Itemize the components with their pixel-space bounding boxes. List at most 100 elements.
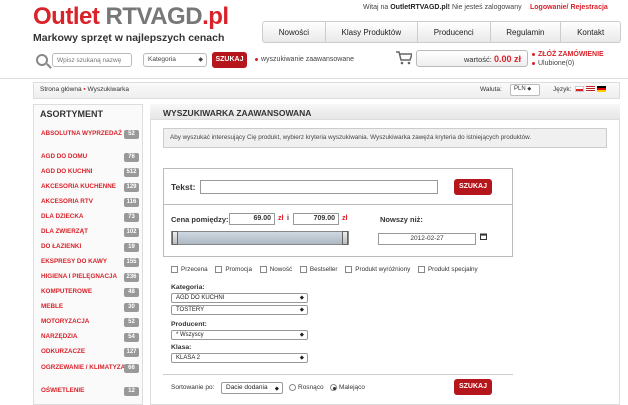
item-count-badge: 129	[124, 183, 139, 192]
cart-value[interactable]: wartość: 0.00 zł	[416, 50, 528, 67]
place-order-link[interactable]: ZŁÓŻ ZAMÓWIENIE	[532, 51, 604, 58]
language-switcher: Język:	[553, 86, 607, 93]
login-register-link[interactable]: Logowanie/ Rejestracja	[530, 4, 608, 11]
sidebar-item[interactable]: DLA DZIECKA 73	[41, 213, 139, 222]
checkbox-nowosc[interactable]: Nowość	[259, 266, 292, 273]
currency-label: Waluta:	[480, 86, 502, 93]
sidebar-item[interactable]: AGD DO DOMU 76	[41, 153, 139, 162]
updown-arrow-icon: ◆	[299, 355, 304, 361]
checkbox-icon[interactable]	[259, 266, 267, 273]
nav-item-regulamin[interactable]: Regulamin	[491, 22, 562, 42]
sidebar-item[interactable]: OGRZEWANIE / KLIMATYZACJA 66	[41, 364, 139, 373]
checkbox-przecena[interactable]: Przecena	[171, 266, 208, 273]
checkbox-promocja[interactable]: Promocja	[215, 266, 252, 273]
sidebar-item[interactable]: DLA ZWIERZĄT 102	[41, 228, 139, 237]
nav-item-producenci[interactable]: Producenci	[418, 22, 491, 42]
advanced-search-link[interactable]: wyszukiwanie zaawansowane	[255, 56, 354, 63]
breadcrumb-current[interactable]: Wyszukiwarka	[88, 86, 129, 93]
sidebar-title: ASORTYMENT	[40, 109, 103, 119]
item-count-badge: 73	[124, 213, 139, 222]
search-input[interactable]	[52, 53, 132, 67]
radio-icon[interactable]	[289, 384, 296, 391]
checkbox-icon[interactable]	[171, 266, 178, 273]
nav-item-klasy-produktow[interactable]: Klasy Produktów	[326, 22, 418, 42]
category-label: Kategoria:	[171, 284, 205, 291]
updown-arrow-icon: ◆	[299, 332, 304, 338]
sidebar-item[interactable]: DO ŁAZIENKI 19	[41, 243, 139, 252]
updown-arrow-icon: ◆	[527, 86, 532, 92]
checkbox-icon[interactable]	[215, 266, 223, 273]
search-button[interactable]: SZUKAJ	[212, 52, 247, 68]
sidebar-item[interactable]: ABSOLUTNA WYPRZEDAŻ 52	[41, 130, 139, 139]
producer-select[interactable]: * Wszyscy ◆	[171, 330, 308, 340]
sort-desc-radio[interactable]: Malejąco	[330, 384, 365, 391]
class-label: Klasa:	[171, 344, 192, 351]
sidebar-item[interactable]: MOTORYZACJA 52	[41, 318, 139, 327]
updown-arrow-icon: ◆	[274, 386, 279, 392]
search-submit-button[interactable]: SZUKAJ	[454, 179, 492, 195]
sort-label: Sortowanie po:	[171, 384, 215, 391]
bottom-search-button[interactable]: SZUKAJ	[454, 379, 492, 395]
divider	[0, 78, 628, 79]
item-count-badge: 19	[124, 243, 139, 252]
item-count-badge: 116	[124, 198, 139, 207]
sidebar-item[interactable]: EKSPRESY DO KAWY 155	[41, 258, 139, 267]
bullet-icon	[532, 61, 535, 65]
sidebar-item[interactable]: MEBLE 30	[41, 303, 139, 312]
flag-de-icon[interactable]	[597, 86, 607, 93]
sidebar-item[interactable]: AGD DO KUCHNI 512	[41, 168, 139, 177]
cart-icon[interactable]	[396, 51, 412, 65]
sidebar-item[interactable]: HIGIENA I PIELĘGNACJA 236	[41, 273, 139, 282]
currency-select[interactable]: PLN ◆	[510, 84, 540, 96]
flag-en-icon[interactable]	[586, 86, 596, 93]
checkbox-produkt-wyrozniony[interactable]: Produkt wyróżniony	[345, 266, 410, 273]
page-title: WYSZUKIWARKA ZAAWANSOWANA	[163, 108, 312, 118]
checkbox-icon[interactable]	[417, 266, 425, 273]
nav-item-kontakt[interactable]: Kontakt	[561, 22, 620, 42]
price-from-input[interactable]: 69.00	[229, 213, 275, 225]
item-count-badge: 52	[124, 318, 139, 327]
item-count-badge: 30	[124, 303, 139, 312]
slider-handle-min[interactable]	[172, 231, 178, 245]
slider-handle-max[interactable]	[342, 231, 348, 245]
and-label: i	[287, 215, 289, 222]
category-select[interactable]: Kategoria ◆	[143, 53, 207, 67]
favorites-link[interactable]: Ulubione(0)	[532, 60, 574, 67]
sidebar-item[interactable]: KOMPUTEROWE 48	[41, 288, 139, 297]
checkbox-produkt-specjalny[interactable]: Produkt specjalny	[417, 266, 478, 273]
calendar-icon[interactable]	[480, 233, 487, 240]
tagline: Markowy sprzęt w najlepszych cenach	[33, 32, 225, 44]
text-input[interactable]	[200, 180, 438, 194]
sidebar-item[interactable]: NARZĘDZIA 54	[41, 333, 139, 342]
date-input[interactable]: 2012-02-27	[378, 233, 476, 245]
text-label: Tekst:	[171, 182, 196, 192]
category-select[interactable]: AGD DO KUCHNI ◆	[171, 293, 308, 303]
checkbox-icon[interactable]	[345, 266, 353, 273]
item-count-badge: 54	[124, 333, 139, 342]
checkbox-icon[interactable]	[299, 266, 307, 273]
sidebar-item[interactable]: AKCESORIA KUCHENNE 129	[41, 183, 139, 192]
price-to-input[interactable]: 709.00	[293, 213, 339, 225]
nav-item-nowosci[interactable]: Nowości	[263, 22, 326, 42]
subcategory-select[interactable]: TOSTERY ◆	[171, 305, 308, 315]
breadcrumb: Strona główna ▪ Wyszukiwarka	[40, 86, 129, 93]
sidebar-item[interactable]: ODKURZACZE 127	[41, 348, 139, 357]
main-nav: Nowości Klasy Produktów Producenci Regul…	[262, 21, 621, 43]
price-unit: zł	[342, 215, 348, 222]
sort-select[interactable]: Dacie dodania ◆	[221, 382, 283, 394]
updown-arrow-icon: ◆	[299, 295, 304, 301]
sidebar-item[interactable]: OŚWIETLENIE 12	[41, 387, 139, 396]
sidebar-item[interactable]: AKCESORIA RTV 116	[41, 198, 139, 207]
item-count-badge: 155	[124, 258, 139, 267]
site-logo[interactable]: Outlet RTVAGD.pl	[33, 3, 229, 31]
sort-asc-radio[interactable]: Rosnąco	[289, 384, 324, 391]
checkbox-bestseller[interactable]: Bestseller	[299, 266, 338, 273]
class-select[interactable]: KLASA 2 ◆	[171, 353, 308, 363]
item-count-badge: 127	[124, 348, 139, 357]
breadcrumb-home[interactable]: Strona główna	[40, 86, 82, 93]
radio-selected-icon[interactable]	[330, 384, 337, 391]
price-range-slider[interactable]	[171, 231, 349, 245]
item-count-badge: 12	[124, 387, 139, 396]
flag-pl-icon[interactable]	[575, 86, 585, 93]
item-count-badge: 48	[124, 288, 139, 297]
